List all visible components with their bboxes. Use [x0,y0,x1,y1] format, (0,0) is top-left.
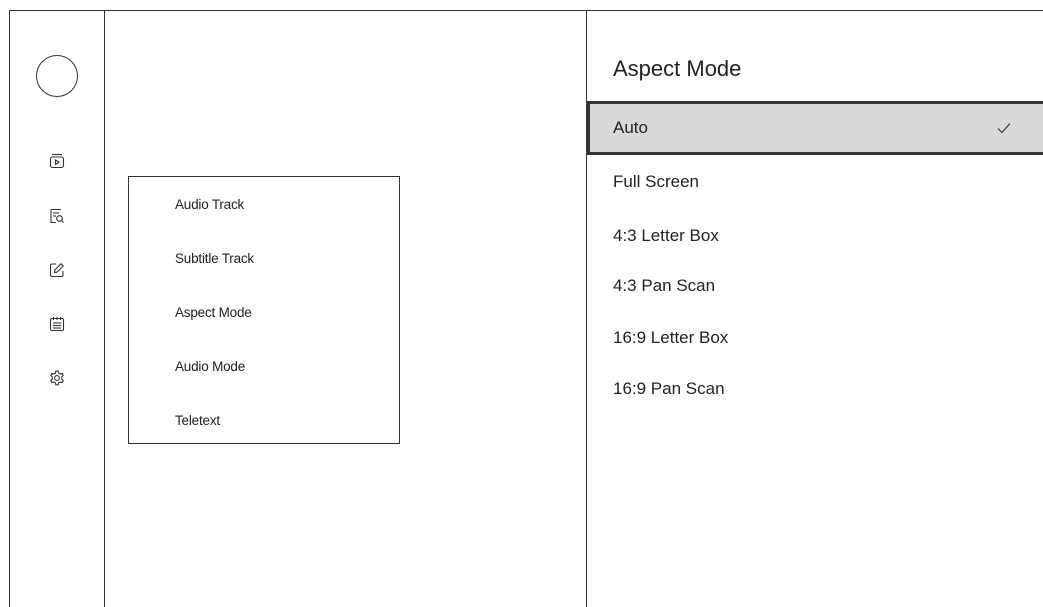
menu-item-aspect-mode[interactable]: Aspect Mode [175,305,252,320]
checkmark-icon [997,121,1011,135]
options-menu: Audio Track Subtitle Track Aspect Mode A… [128,176,400,444]
avatar[interactable] [36,55,78,97]
option-label: Auto [613,118,648,137]
option-16-9-pan-scan[interactable]: 16:9 Pan Scan [587,362,1043,416]
panel-title: Aspect Mode [613,56,742,81]
search-document-icon[interactable] [47,206,67,226]
option-label: Full Screen [613,172,699,191]
frame-left-border [9,10,10,607]
option-4-3-letter-box[interactable]: 4:3 Letter Box [587,209,1043,263]
option-full-screen[interactable]: Full Screen [587,155,1043,209]
sidebar-divider [104,10,105,607]
settings-gear-icon[interactable] [47,368,67,388]
menu-item-teletext[interactable]: Teletext [175,413,220,428]
option-label: 4:3 Letter Box [613,226,719,245]
option-auto[interactable]: Auto [587,101,1043,155]
play-video-icon[interactable] [47,151,67,171]
menu-item-subtitle-track[interactable]: Subtitle Track [175,251,254,266]
menu-item-audio-track[interactable]: Audio Track [175,197,244,212]
option-label: 16:9 Letter Box [613,328,729,347]
option-label: 16:9 Pan Scan [613,379,725,398]
option-4-3-pan-scan[interactable]: 4:3 Pan Scan [587,259,1043,313]
frame-top-border [9,10,1043,11]
option-label: 4:3 Pan Scan [613,276,716,295]
edit-icon[interactable] [47,260,67,280]
guide-calendar-icon[interactable] [47,314,67,334]
option-16-9-letter-box[interactable]: 16:9 Letter Box [587,311,1043,365]
menu-item-audio-mode[interactable]: Audio Mode [175,359,245,374]
